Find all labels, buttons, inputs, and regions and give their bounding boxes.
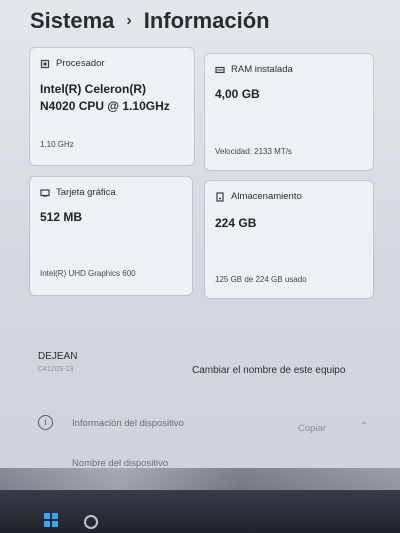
ram-card: RAM instalada 4,00 GB Velocidad: 2133 MT… — [205, 54, 373, 170]
page-title: Información — [143, 8, 270, 33]
storage-label: Almacenamiento — [231, 191, 302, 202]
rename-pc-button[interactable]: Cambiar el nombre de este equipo — [192, 365, 345, 376]
ram-label: RAM instalada — [231, 64, 293, 75]
search-icon[interactable] — [84, 515, 98, 529]
processor-icon — [40, 59, 50, 69]
device-model: C4120S-13 — [38, 366, 74, 373]
settings-window: Sistema › Información Procesador Intel(R… — [0, 0, 400, 469]
chevron-up-icon[interactable]: ⌃ — [360, 421, 368, 432]
windows-start-icon[interactable] — [44, 513, 58, 527]
graphics-card-icon — [40, 188, 50, 198]
gpu-card: Tarjeta gráfica 512 MB Intel(R) UHD Grap… — [30, 177, 192, 295]
processor-value: Intel(R) Celeron(R) N4020 CPU @ 1.10GHz — [40, 82, 170, 113]
gpu-model: Intel(R) UHD Graphics 600 — [40, 269, 136, 278]
device-info-label: Información del dispositivo — [72, 418, 184, 429]
breadcrumb-separator: › — [126, 12, 132, 29]
breadcrumb-sistema[interactable]: Sistema — [30, 8, 114, 34]
taskbar — [0, 468, 400, 533]
gpu-label: Tarjeta gráfica — [56, 187, 116, 198]
processor-label: Procesador — [56, 58, 105, 69]
ram-speed: Velocidad: 2133 MT/s — [215, 147, 292, 156]
storage-value: 224 GB — [215, 216, 257, 230]
ram-value: 4,00 GB — [215, 87, 260, 101]
processor-card: Procesador Intel(R) Celeron(R) N4020 CPU… — [30, 48, 194, 165]
device-name: DEJEAN — [38, 351, 78, 362]
device-info-header[interactable]: i Información del dispositivo Copiar ⌃ — [38, 414, 378, 434]
breadcrumb: Sistema › Información — [30, 6, 270, 36]
storage-icon — [215, 191, 225, 202]
storage-usage: 125 GB de 224 GB usado — [215, 275, 307, 284]
info-icon: i — [38, 415, 53, 430]
ram-icon — [215, 65, 225, 75]
gpu-memory-value: 512 MB — [40, 210, 83, 224]
wallpaper-strip — [0, 468, 400, 490]
storage-card: Almacenamiento 224 GB 125 GB de 224 GB u… — [205, 181, 373, 298]
processor-speed: 1.10 GHz — [40, 140, 74, 149]
copy-button[interactable]: Copiar — [298, 423, 326, 434]
